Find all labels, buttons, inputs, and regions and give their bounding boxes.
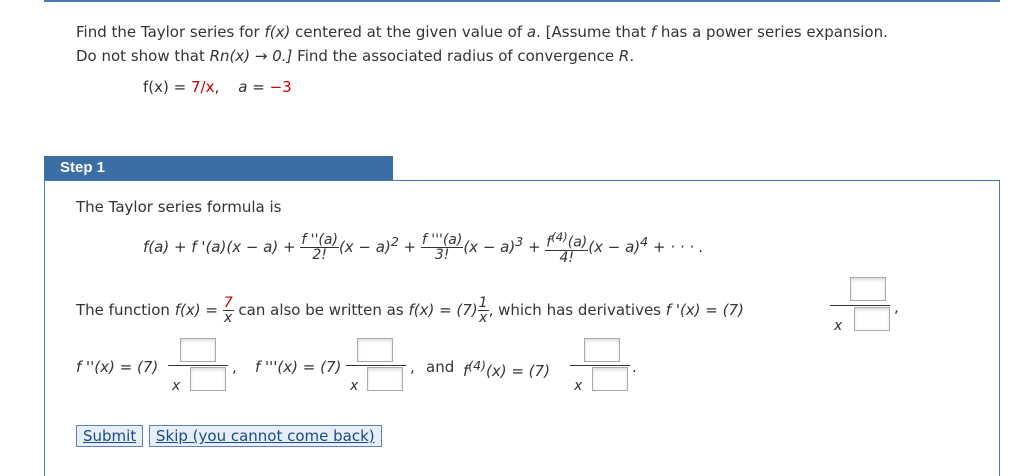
frac-num: f '''(a) <box>421 231 463 248</box>
order-superscript: (4) <box>468 358 486 373</box>
period: . <box>632 358 637 376</box>
f-double-prime-lhs: f ''(x) = (7) <box>76 358 159 376</box>
fx-rewritten: f(x) = (7) <box>408 301 478 319</box>
plus-sign: + <box>398 237 421 256</box>
formula-tail: + · · · . <box>648 237 704 256</box>
rewrite-text: The function f(x) = 7x can also be writt… <box>76 296 744 325</box>
problem-line-1: Find the Taylor series for f(x) centered… <box>76 20 888 44</box>
fraction-bar <box>830 305 890 306</box>
f4-lhs-tail: (x) = (7) <box>486 362 550 380</box>
fraction-bar <box>570 365 630 366</box>
a-value: −3 <box>269 78 292 96</box>
rewrite-text-part: can also be written as <box>238 301 404 319</box>
formula-intro: The Taylor series formula is <box>76 198 282 216</box>
problem-text: . [Assume that <box>536 23 646 41</box>
top-divider <box>44 0 1000 2</box>
frac-den: 4! <box>545 249 589 265</box>
frac-den: 2! <box>300 246 339 262</box>
frac-den: 3! <box>420 246 464 262</box>
fx-symbol: f(x) <box>264 23 291 41</box>
and-text: and <box>426 358 455 376</box>
function-rhs: 7/x <box>190 78 215 96</box>
function-definition: f(x) = 7/x, a = −3 <box>143 78 292 96</box>
a-symbol: a <box>526 23 537 41</box>
formula-term: (x − a) <box>588 237 641 256</box>
exponent: 4 <box>640 233 649 249</box>
formula-term: f(a) + f '(a)(x − a) + <box>143 237 301 256</box>
problem-line-2: Do not show that Rn(x) → 0.] Find the as… <box>76 47 635 65</box>
fraction-bar <box>346 365 406 366</box>
comma: , <box>232 358 237 376</box>
problem-text: has a power series expansion. <box>660 23 888 41</box>
formula-term: (x − a) <box>463 237 516 256</box>
frac-den: x <box>222 310 234 326</box>
f3-exponent-input[interactable] <box>367 367 403 391</box>
f-fourth-lhs: f(4)(x) = (7) <box>463 358 550 380</box>
exponent: 2 <box>390 233 399 249</box>
fraction-7-over-x: 7x <box>222 295 234 326</box>
frac-num-tail: (a) <box>567 234 588 251</box>
frac-num: f(4)(a) <box>545 230 588 250</box>
r-symbol: R <box>618 47 630 65</box>
fraction-f4: f(4)(a) 4! <box>545 230 589 265</box>
f3-numerator-input[interactable] <box>357 338 393 362</box>
f-prime-lhs: f '(x) = (7) <box>665 301 744 319</box>
f2-numerator-input[interactable] <box>180 338 216 362</box>
taylor-formula: f(a) + f '(a)(x − a) + f ''(a) 2! (x − a)2… <box>143 230 704 265</box>
f4-numerator-input[interactable] <box>584 338 620 362</box>
rewrite-text-part: , which has derivatives <box>488 301 661 319</box>
a-lhs: a = <box>238 78 270 96</box>
problem-text: Do not show that <box>76 47 205 65</box>
step-title: Step 1 <box>44 156 393 180</box>
denominator-x: x <box>350 378 359 394</box>
problem-text: centered at the given value of <box>295 23 523 41</box>
fraction-f2: f ''(a) 2! <box>300 233 339 262</box>
fprime-numerator-input[interactable] <box>850 277 886 301</box>
skip-button[interactable]: Skip (you cannot come back) <box>149 425 382 447</box>
f-symbol: f <box>650 23 657 41</box>
function-lhs: f(x) = <box>143 78 191 96</box>
fraction-f3: f '''(a) 3! <box>420 231 464 262</box>
fprime-exponent-input[interactable] <box>854 307 890 331</box>
f4-exponent-input[interactable] <box>592 367 628 391</box>
exponent: 3 <box>515 233 524 249</box>
frac-den: x <box>477 310 489 326</box>
fx-equals: f(x) = <box>174 301 218 319</box>
formula-term: (x − a) <box>338 237 391 256</box>
submit-button[interactable]: Submit <box>76 425 144 447</box>
denominator-x: x <box>574 378 583 394</box>
problem-text: Find the associated radius of convergenc… <box>297 47 615 65</box>
problem-statement: Find the Taylor series for f(x) centered… <box>76 20 888 68</box>
order-superscript: (4) <box>551 230 568 244</box>
frac-num: 7 <box>223 295 233 311</box>
fraction-1-over-x: 1x <box>477 295 489 326</box>
comma: , <box>894 298 899 316</box>
rewrite-text-part: The function <box>76 301 170 319</box>
frac-num: 1 <box>478 295 488 311</box>
denominator-x: x <box>834 318 843 334</box>
problem-text: Find the Taylor series for <box>76 23 260 41</box>
fraction-bar <box>168 365 228 366</box>
denominator-x: x <box>172 378 181 394</box>
comma: , <box>410 358 415 376</box>
f2-exponent-input[interactable] <box>190 367 226 391</box>
rn-expression: Rn(x) → 0.] <box>209 47 293 65</box>
frac-num: f ''(a) <box>301 231 338 248</box>
f-triple-prime-lhs: f '''(x) = (7) <box>255 358 342 376</box>
plus-sign: + <box>523 237 546 256</box>
